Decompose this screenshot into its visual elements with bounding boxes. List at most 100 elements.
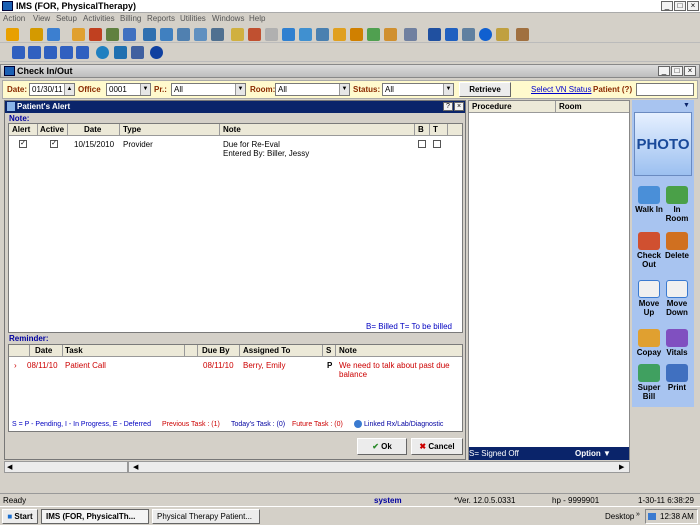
close-button[interactable]: ×: [687, 1, 699, 11]
cancel-button[interactable]: ✖ Cancel: [411, 438, 463, 455]
last-record-icon[interactable]: [60, 46, 73, 59]
menu-billing[interactable]: Billing: [120, 14, 141, 23]
note-row[interactable]: ✓ ✓ 10/15/2010 Provider Due for Re-Eval …: [9, 137, 462, 159]
retrieve-button[interactable]: Retrieve: [459, 82, 511, 97]
sort-icon[interactable]: [114, 46, 127, 59]
lock-icon[interactable]: [496, 28, 509, 41]
dialog-close-button[interactable]: ×: [454, 102, 464, 111]
option-menu[interactable]: Option ▼: [575, 449, 611, 458]
email-icon[interactable]: [282, 28, 295, 41]
menu-action[interactable]: Action: [3, 14, 25, 23]
dialog-help-button[interactable]: ?: [443, 102, 453, 111]
patient-search-input[interactable]: [636, 83, 694, 96]
goto-record-icon[interactable]: [76, 46, 89, 59]
settings-icon[interactable]: [211, 28, 224, 41]
pr-select[interactable]: All ▼: [171, 83, 246, 96]
child-minimize-button[interactable]: _: [658, 66, 670, 76]
task-icon[interactable]: [333, 28, 346, 41]
payments-icon[interactable]: [160, 28, 173, 41]
pr-dropdown-icon[interactable]: ▼: [235, 84, 245, 95]
scroll-right-icon[interactable]: ▶: [619, 463, 624, 471]
refresh-icon[interactable]: [96, 46, 109, 59]
collapse-icon[interactable]: ▼: [683, 102, 690, 109]
word-icon[interactable]: [428, 28, 441, 41]
search-icon[interactable]: [404, 28, 417, 41]
date-spin-icon[interactable]: ▲: [64, 84, 74, 95]
child-maximize-button[interactable]: □: [671, 66, 683, 76]
ok-button[interactable]: ✔ Ok: [357, 438, 407, 455]
date-field[interactable]: 01/30/11 ▲: [29, 83, 75, 96]
move-up-button[interactable]: Move Up: [635, 280, 663, 317]
status-dropdown-icon[interactable]: ▼: [443, 84, 453, 95]
tray-arrow-icon[interactable]: »: [636, 511, 640, 518]
reminder-row[interactable]: › 08/11/10 Patient Call 08/11/10 Berry, …: [9, 358, 462, 380]
select-vn-status-link[interactable]: Select VN Status: [531, 85, 591, 94]
future-task-count[interactable]: Future Task : (0): [292, 421, 343, 428]
claims-icon[interactable]: [143, 28, 156, 41]
office-dropdown-icon[interactable]: ▼: [140, 84, 150, 95]
scroll-left-icon[interactable]: ◀: [7, 463, 12, 471]
alert-checkbox[interactable]: ✓: [19, 140, 27, 148]
message-icon[interactable]: [299, 28, 312, 41]
billed-checkbox[interactable]: [418, 140, 426, 148]
in-room-button[interactable]: In Room: [663, 186, 691, 223]
task-ims[interactable]: IMS (FOR, PhysicalTh...: [41, 509, 149, 524]
stats-icon[interactable]: [367, 28, 380, 41]
patient-photo[interactable]: PHOTO: [634, 112, 692, 176]
scroll-left2-icon[interactable]: ◀: [133, 463, 138, 471]
delete-button[interactable]: Delete: [663, 232, 691, 260]
menu-windows[interactable]: Windows: [212, 14, 244, 23]
super-bill-button[interactable]: Super Bill: [635, 364, 663, 401]
export-icon[interactable]: [462, 28, 475, 41]
todays-task-count[interactable]: Today's Task : (0): [231, 421, 285, 428]
first-record-icon[interactable]: [12, 46, 25, 59]
horizontal-scrollbar[interactable]: ◀ ◀ ▶: [4, 461, 630, 473]
exit-icon[interactable]: [516, 28, 529, 41]
menu-activities[interactable]: Activities: [83, 14, 115, 23]
room-select[interactable]: All ▼: [275, 83, 350, 96]
folder-icon[interactable]: [72, 28, 85, 41]
office-select[interactable]: 0001 ▼: [106, 83, 151, 96]
reports-icon[interactable]: [194, 28, 207, 41]
calendar-icon[interactable]: [106, 28, 119, 41]
document-icon[interactable]: [231, 28, 244, 41]
room-dropdown-icon[interactable]: ▼: [339, 84, 349, 95]
menu-setup[interactable]: Setup: [56, 14, 77, 23]
menu-utilities[interactable]: Utilities: [180, 14, 206, 23]
ledger-icon[interactable]: [177, 28, 190, 41]
schedule-icon[interactable]: [47, 28, 60, 41]
to-be-billed-checkbox[interactable]: [433, 140, 441, 148]
filter-icon[interactable]: [131, 46, 144, 59]
desktop-toolbar[interactable]: Desktop: [605, 512, 634, 521]
notes-icon[interactable]: [350, 28, 363, 41]
child-close-button[interactable]: ×: [684, 66, 696, 76]
active-checkbox[interactable]: ✓: [50, 140, 58, 148]
help-icon[interactable]: [479, 28, 492, 41]
menu-reports[interactable]: Reports: [147, 14, 175, 23]
user-icon[interactable]: [6, 28, 19, 41]
task-pt-patient[interactable]: Physical Therapy Patient...: [152, 509, 260, 524]
chart-icon[interactable]: [89, 28, 102, 41]
letter-icon[interactable]: [384, 28, 397, 41]
start-button[interactable]: ■ Start: [2, 509, 38, 524]
check-out-button[interactable]: Check Out: [635, 232, 663, 269]
inbox-icon[interactable]: [316, 28, 329, 41]
walk-in-button[interactable]: Walk In: [635, 186, 663, 214]
previous-task-count[interactable]: Previous Task : (1): [162, 421, 220, 428]
linked-rx-link[interactable]: Linked Rx/Lab/Diagnostic: [364, 421, 443, 428]
next-record-icon[interactable]: [44, 46, 57, 59]
menu-view[interactable]: View: [33, 14, 50, 23]
print-icon[interactable]: [265, 28, 278, 41]
previous-record-icon[interactable]: [28, 46, 41, 59]
move-down-button[interactable]: Move Down: [663, 280, 691, 317]
menu-help[interactable]: Help: [249, 14, 265, 23]
excel-icon[interactable]: [445, 28, 458, 41]
billing-icon[interactable]: [123, 28, 136, 41]
status-select[interactable]: All ▼: [382, 83, 454, 96]
patient-icon[interactable]: [30, 28, 43, 41]
print-button[interactable]: Print: [663, 364, 691, 392]
fax-icon[interactable]: [248, 28, 261, 41]
vitals-button[interactable]: Vitals: [663, 329, 691, 357]
minimize-button[interactable]: _: [661, 1, 673, 11]
tray-icon[interactable]: [648, 513, 656, 520]
